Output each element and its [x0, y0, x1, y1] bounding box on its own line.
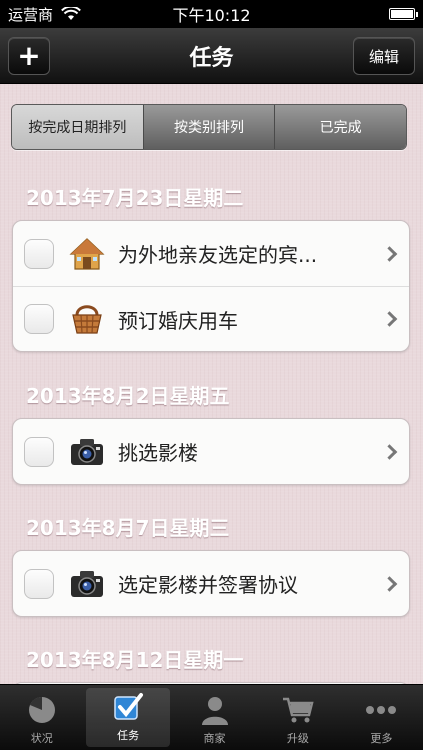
- more-dots-icon: [364, 694, 398, 726]
- camera-icon: [68, 565, 106, 603]
- tab-label: 任务: [117, 729, 140, 742]
- tab-label: 更多: [370, 732, 393, 745]
- cart-icon: [281, 694, 315, 726]
- section-date-header: 2013年7月23日星期二: [26, 186, 244, 210]
- task-group: 为外地亲友选定的宾... 预订婚庆用车: [12, 220, 410, 352]
- carrier-label: 运营商: [8, 5, 54, 24]
- basket-icon: [68, 300, 106, 338]
- sort-segmented-control: 按完成日期排列 按类别排列 已完成: [11, 104, 407, 150]
- segment-sort-by-date[interactable]: 按完成日期排列: [12, 105, 143, 149]
- task-label: 选定影楼并签署协议: [118, 573, 298, 597]
- add-task-button[interactable]: +: [8, 37, 50, 75]
- task-group: 挑选影楼: [12, 418, 410, 485]
- task-checkbox[interactable]: [24, 436, 54, 467]
- task-checkbox[interactable]: [24, 568, 54, 599]
- camera-icon: [68, 433, 106, 471]
- task-row[interactable]: 挑选影楼: [13, 419, 409, 484]
- segment-sort-by-category[interactable]: 按类别排列: [142, 105, 275, 149]
- status-time: 下午10:12: [172, 6, 251, 25]
- navigation-bar: + 任务 编辑: [0, 28, 423, 84]
- task-label: 预订婚庆用车: [118, 308, 238, 333]
- house-icon: [68, 235, 106, 273]
- tab-tasks[interactable]: 任务: [86, 688, 170, 747]
- tab-status[interactable]: 状况: [0, 685, 83, 750]
- tab-label: 状况: [30, 732, 53, 745]
- task-row[interactable]: 为外地亲友选定的宾...: [13, 221, 409, 286]
- pie-chart-icon: [25, 694, 59, 726]
- segment-completed[interactable]: 已完成: [274, 105, 406, 149]
- person-icon: [198, 694, 232, 726]
- task-group: 选定影楼并签署协议: [12, 550, 410, 617]
- tab-more[interactable]: 更多: [340, 685, 423, 750]
- task-label: 挑选影楼: [118, 441, 198, 465]
- tab-upgrade[interactable]: 升级: [256, 685, 339, 750]
- page-title: 任务: [189, 45, 234, 71]
- checkbox-icon: [111, 691, 145, 723]
- task-row[interactable]: 预订婚庆用车: [13, 286, 409, 351]
- tab-label: 升级: [286, 732, 309, 745]
- edit-button[interactable]: 编辑: [353, 37, 415, 75]
- task-label: 为外地亲友选定的宾...: [118, 243, 318, 267]
- tab-vendors[interactable]: 商家: [173, 685, 256, 750]
- task-row[interactable]: 选定影楼并签署协议: [13, 551, 409, 616]
- task-checkbox[interactable]: [24, 238, 54, 269]
- wifi-icon: [61, 5, 81, 21]
- tab-label: 商家: [203, 732, 226, 745]
- section-date-header: 2013年8月7日星期三: [26, 516, 230, 540]
- task-checkbox[interactable]: [24, 304, 54, 334]
- battery-icon: [389, 8, 418, 20]
- section-date-header: 2013年8月2日星期五: [26, 384, 230, 408]
- tab-bar: 状况 任务 商家 升级 更多: [0, 684, 423, 750]
- section-date-header: 2013年8月12日星期一: [26, 648, 244, 672]
- status-bar: 运营商 下午10:12: [0, 0, 423, 28]
